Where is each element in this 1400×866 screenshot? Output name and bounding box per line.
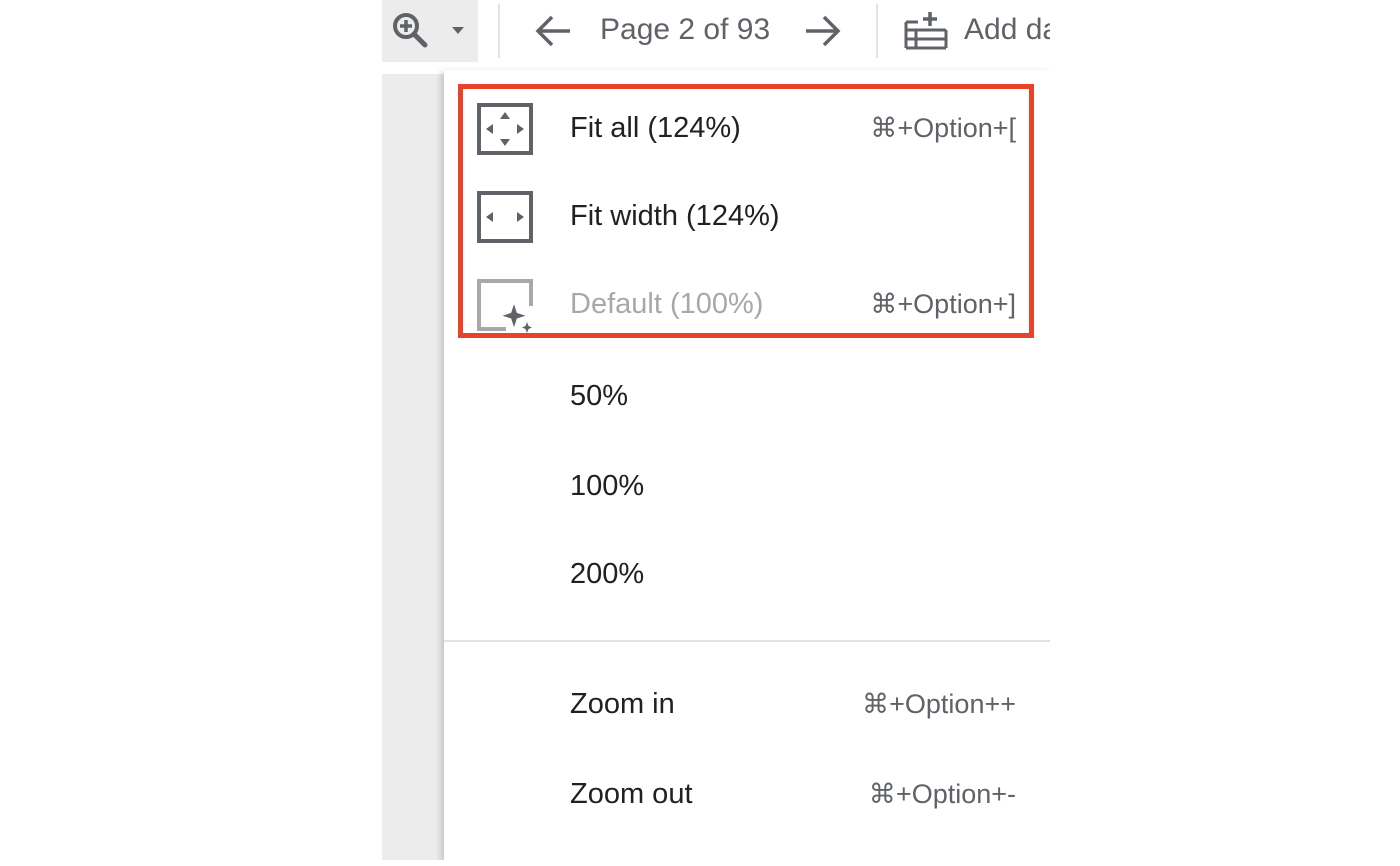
arrow-right-icon[interactable] — [800, 8, 846, 54]
menu-item-shortcut: ⌘+Option+- — [868, 779, 1016, 809]
add-data-icon[interactable] — [902, 6, 950, 54]
menu-item-zoom-50[interactable]: 50% — [444, 352, 1050, 440]
report-toolbar: Page 2 of 93 Add da — [382, 0, 1050, 62]
menu-item-label: Zoom out — [570, 778, 693, 810]
menu-item-zoom-200[interactable]: 200% — [444, 530, 1050, 618]
caret-down-icon[interactable] — [448, 20, 468, 40]
report-canvas — [382, 74, 444, 860]
menu-item-label: 100% — [570, 470, 645, 502]
add-data-label[interactable]: Add da — [964, 10, 1050, 50]
arrow-left-icon[interactable] — [530, 8, 576, 54]
menu-item-label: 50% — [570, 380, 629, 412]
zoom-in-icon[interactable] — [390, 10, 430, 50]
menu-item-label: Zoom in — [570, 688, 675, 720]
menu-item-label: 200% — [570, 558, 645, 590]
menu-item-zoom-100[interactable]: 100% — [444, 442, 1050, 530]
menu-item-shortcut: ⌘+Option++ — [862, 689, 1016, 719]
toolbar-divider — [876, 4, 878, 58]
menu-divider — [444, 640, 1050, 642]
menu-item-zoom-in[interactable]: Zoom in ⌘+Option++ — [444, 660, 1050, 748]
toolbar-divider — [498, 4, 500, 58]
zoom-menu: Fit all (124%) ⌘+Option+[ Fit width (124… — [444, 70, 1050, 860]
page-indicator: Page 2 of 93 — [600, 13, 771, 46]
annotation-highlight-box — [458, 84, 1034, 338]
menu-item-zoom-out[interactable]: Zoom out ⌘+Option+- — [444, 750, 1050, 838]
zoom-control[interactable] — [382, 0, 478, 62]
screenshot-region: Page 2 of 93 Add da Fit all (124%) ⌘+Opt… — [382, 0, 1050, 860]
